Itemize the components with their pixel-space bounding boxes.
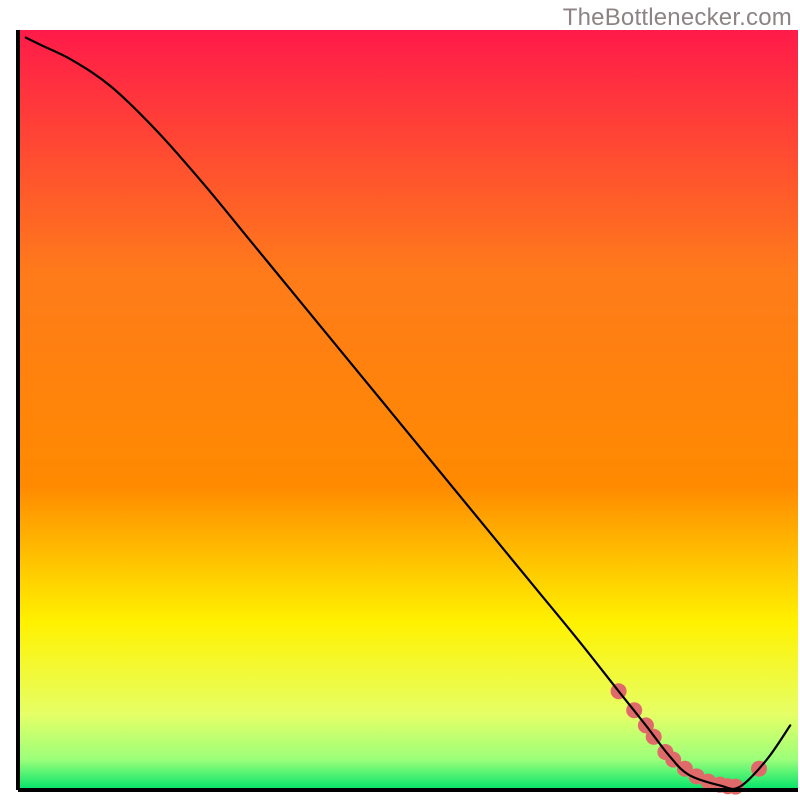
bottleneck-chart bbox=[0, 0, 800, 800]
chart-container: TheBottlenecker.com bbox=[0, 0, 800, 800]
gradient-background bbox=[18, 30, 798, 790]
attribution-text: TheBottlenecker.com bbox=[563, 4, 792, 32]
